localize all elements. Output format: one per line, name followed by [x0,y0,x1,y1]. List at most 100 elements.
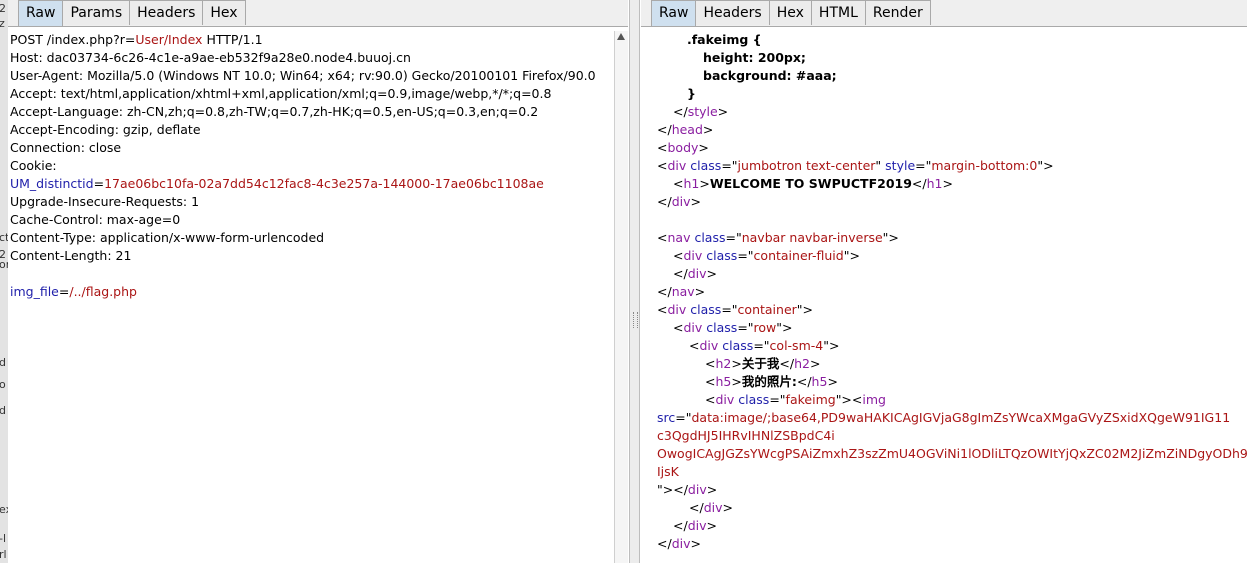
code-token: class [690,302,722,317]
code-token: </ [657,536,672,551]
tab-headers[interactable]: Headers [695,0,770,25]
response-line: <h2>关于我</h2> [641,355,1247,373]
code-token: > [694,284,706,299]
response-line: src="data:image/;base64,PD9waHAKICAgIGVj… [641,409,1247,427]
code-token: > [722,500,733,515]
response-line: <div class="container-fluid"> [641,247,1247,265]
request-line: Upgrade-Insecure-Requests: 1 [8,193,628,211]
code-token: </ [657,194,672,209]
code-token: = [58,284,70,299]
code-token: </ [673,518,688,533]
code-token: < [657,140,668,155]
edge-glyph: o [0,378,6,391]
request-scrollbar[interactable] [614,31,628,563]
code-token: class [722,338,754,353]
request-line: Cache-Control: max-age=0 [8,211,628,229]
code-token: Accept-Language: zh-CN,zh;q=0.8,zh-TW;q=… [10,104,539,119]
code-token: } [687,86,696,101]
code-token: class [690,158,722,173]
code-token: < [705,374,716,389]
code-token: < [673,176,684,191]
code-token: > [942,176,953,191]
response-viewer[interactable]: .fakeimg {height: 200px; background: #aaa… [641,31,1247,563]
request-line: img_file=/../flag.php [8,283,628,301]
code-token: < [705,356,716,371]
edge-glyph: 2 [0,2,6,15]
tab-render[interactable]: Render [864,0,931,25]
code-token: =" [769,392,786,407]
split-pane-divider[interactable] [629,0,640,563]
response-line: c3QgdHJ5IHRvIHNlZSBpdC4i [641,427,1247,445]
code-token: div [687,518,707,533]
code-token: body [667,140,699,155]
request-line: Host: dac03734-6c26-4c1e-a9ae-eb532f9a28… [8,49,628,67]
code-token: UM_distinctid [10,176,94,191]
code-token: style [687,104,718,119]
drag-grip-icon[interactable] [633,312,638,328]
code-token: ">< [835,392,863,407]
code-token: </ [657,284,672,299]
code-token: =" [725,230,742,245]
code-token: "> [796,302,814,317]
code-token: > [706,518,717,533]
code-token: container [737,302,797,317]
code-token: div [683,320,703,335]
tab-hex[interactable]: Hex [768,0,812,25]
response-line: </div> [641,193,1247,211]
request-editor[interactable]: POST /index.php?r=User/Index HTTP/1.1 Hos… [8,31,628,563]
code-token: data:image/;base64,PD9waHAKICAgIGVjaG8gI… [691,410,1231,425]
code-token: < [657,158,668,173]
request-line: UM_distinctid=17ae06bc10fa-02a7dd54c12fa… [8,175,628,193]
code-token: =" [753,338,770,353]
tab-params[interactable]: Params [62,0,131,25]
code-token: h5 [715,374,732,389]
code-token: "> [776,320,793,335]
response-line: </div> [641,499,1247,517]
tab-html[interactable]: HTML [810,0,866,25]
code-token: =" [721,302,738,317]
code-token: div [703,500,723,515]
code-token: = [93,176,105,191]
code-token: Content-Length: 21 [10,248,132,263]
code-token: OwogICAgJGZsYWcgPSAiZmxhZ3szZmU4OGViNi1l… [657,446,1247,461]
response-line: </head> [641,121,1247,139]
tab-hex[interactable]: Hex [202,0,246,25]
code-token: =" [721,158,738,173]
code-token: fakeimg [785,392,836,407]
code-token: =" [915,158,932,173]
response-line: <div class="jumbotron text-center" style… [641,157,1247,175]
code-token: /../flag.php [69,284,137,299]
code-token: margin-bottom:0 [931,158,1038,173]
tab-raw[interactable]: Raw [651,0,697,26]
code-token: 17ae06bc10fa-02a7dd54c12fac8-4c3e257a-14… [104,176,544,191]
code-token: Content-Type: application/x-www-form-url… [10,230,325,245]
tab-headers[interactable]: Headers [129,0,204,25]
response-line: background: #aaa; [641,67,1247,85]
code-token: jumbotron text-center [737,158,876,173]
code-token: > [698,140,709,155]
code-token: row [753,320,777,335]
code-token: "> [843,248,860,263]
code-token: height: 200px; [703,50,806,65]
code-token: "></ [657,482,688,497]
request-line: Accept: text/html,application/xhtml+xml,… [8,85,628,103]
code-token: > [702,122,714,137]
response-line: </div> [641,265,1247,283]
code-token: div [671,194,691,209]
code-token: > [827,374,838,389]
request-line: POST /index.php?r=User/Index HTTP/1.1 [8,31,628,49]
code-token: "> [823,338,840,353]
request-line: Content-Type: application/x-www-form-url… [8,229,628,247]
edge-glyph: -l [0,532,7,545]
response-line: "></div> [641,481,1247,499]
code-token: > [690,194,701,209]
tab-raw[interactable]: Raw [18,0,64,26]
request-panel: Raw Params Headers Hex POST /index.php?r=Us… [8,0,628,563]
code-token: div [687,266,707,281]
request-line: Accept-Encoding: gzip, deflate [8,121,628,139]
code-token: > [699,176,710,191]
code-token: </ [673,266,688,281]
code-token: </ [657,122,672,137]
code-token: " [875,158,886,173]
scroll-up-arrow-icon[interactable] [617,33,625,40]
